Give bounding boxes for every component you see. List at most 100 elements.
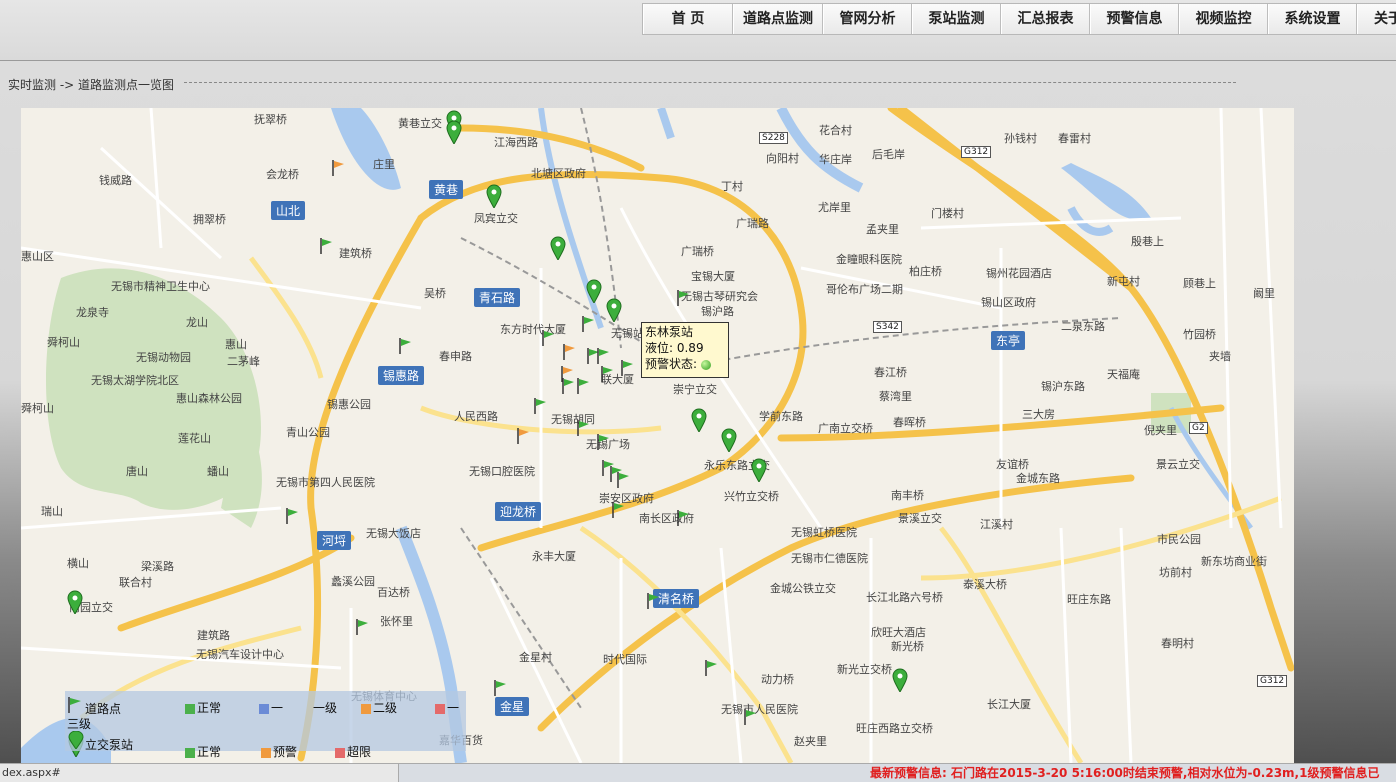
map-label: 凤宾立交 <box>474 212 518 225</box>
area-badge: 迎龙桥 <box>495 502 542 521</box>
map-label: 锡沪路 <box>701 305 734 318</box>
status-url: dex.aspx# <box>0 764 399 782</box>
map-label: 殷巷上 <box>1131 235 1164 248</box>
status-bar: dex.aspx# 最新预警信息: 石门路在2015-3-20 5:16:00时… <box>0 763 1396 782</box>
road-point-normal-flag-icon[interactable] <box>398 338 412 354</box>
nav-home[interactable]: 首 页 <box>643 4 733 34</box>
map-label: 建筑桥 <box>339 247 372 260</box>
interchange-pump-pin-icon[interactable] <box>67 590 83 614</box>
map-label: 长江大厦 <box>987 698 1031 711</box>
road-point-normal-flag-icon[interactable] <box>743 709 757 725</box>
map-label: 二茅峰 <box>227 355 260 368</box>
nav-summary-report[interactable]: 汇总报表 <box>1001 4 1090 34</box>
map-label: 舜柯山 <box>21 402 54 415</box>
road-point-normal-flag-icon[interactable] <box>600 366 614 382</box>
map-label: 梁溪路 <box>141 560 174 573</box>
map-label: 倪夹里 <box>1144 424 1177 437</box>
road-point-normal-flag-icon[interactable] <box>676 510 690 526</box>
road-point-normal-flag-icon[interactable] <box>541 330 555 346</box>
map-label: 春晖桥 <box>893 416 926 429</box>
nav-about[interactable]: 关于 <box>1357 4 1396 34</box>
road-point-level2-flag-icon[interactable] <box>516 428 530 444</box>
road-point-normal-flag-icon[interactable] <box>576 378 590 394</box>
map-label: 无锡古琴研究会 <box>681 290 758 303</box>
road-point-normal-flag-icon[interactable] <box>620 360 634 376</box>
map-label: 春江桥 <box>874 366 907 379</box>
road-point-normal-flag-icon[interactable] <box>355 619 369 635</box>
highway-shield: G312 <box>961 146 992 158</box>
map-label: 青山公园 <box>286 426 330 439</box>
map-label: 金城东路 <box>1016 472 1060 485</box>
nav-road-monitor[interactable]: 道路点监测 <box>733 4 823 34</box>
map-label: 新东坊商业街 <box>1201 555 1267 568</box>
interchange-pump-pin-icon[interactable] <box>446 120 462 144</box>
legend-level-dash: 一 <box>259 699 283 716</box>
map-label: 阚里 <box>1253 287 1275 300</box>
nav-system-settings[interactable]: 系统设置 <box>1268 4 1357 34</box>
map-label: 无锡汽车设计中心 <box>196 648 284 661</box>
map-label: 长江北路六号桥 <box>866 591 943 604</box>
road-point-normal-flag-icon[interactable] <box>596 434 610 450</box>
map-label: 三大房 <box>1022 408 1055 421</box>
map-label: 锡惠公园 <box>327 398 371 411</box>
top-bar: 首 页 道路点监测 管网分析 泵站监测 汇总报表 预警信息 视频监控 系统设置 … <box>0 0 1396 61</box>
map-label: 锡山区政府 <box>981 296 1036 309</box>
area-badge: 黄巷 <box>429 180 464 199</box>
interchange-pump-pin-icon[interactable] <box>586 279 602 303</box>
map-view[interactable]: 抚翠桥 黄巷立交 江海西路 花合村 孙钱村 春雷村 会龙桥 庄里 北塘区政府 丁村 向阳村 华庄岸 后毛… <box>21 108 1294 763</box>
legend-level3-wrap: 三级 <box>67 717 92 731</box>
road-point-normal-flag-icon[interactable] <box>285 508 299 524</box>
road-point-normal-flag-icon[interactable] <box>704 660 718 676</box>
road-point-normal-flag-icon[interactable] <box>676 290 690 306</box>
road-point-normal-flag-icon[interactable] <box>319 238 333 254</box>
map-label: 丁村 <box>721 180 743 193</box>
map-label: 崇安区政府 <box>599 492 654 505</box>
road-point-normal-flag-icon[interactable] <box>493 680 507 696</box>
map-label: 新屯村 <box>1107 275 1140 288</box>
map-label: 吴桥 <box>424 287 446 300</box>
map-label: 惠山区 <box>21 250 54 263</box>
road-point-normal-flag-icon[interactable] <box>596 348 610 364</box>
interchange-pump-pin-icon[interactable] <box>486 184 502 208</box>
nav-pump-monitor[interactable]: 泵站监测 <box>912 4 1001 34</box>
map-label: 花合村 <box>819 124 852 137</box>
interchange-pump-pin-icon[interactable] <box>606 298 622 322</box>
road-point-level2-flag-icon[interactable] <box>331 160 345 176</box>
nav-pipe-analysis[interactable]: 管网分析 <box>823 4 912 34</box>
road-point-level2-flag-icon[interactable] <box>562 344 576 360</box>
nav-video-monitor[interactable]: 视频监控 <box>1179 4 1268 34</box>
nav-warning-info[interactable]: 预警信息 <box>1090 4 1179 34</box>
road-point-normal-flag-icon[interactable] <box>533 398 547 414</box>
map-label: 金星村 <box>519 651 552 664</box>
map-label: 江海西路 <box>494 136 538 149</box>
map-label: 春申路 <box>439 350 472 363</box>
road-point-normal-flag-icon[interactable] <box>616 472 630 488</box>
breadcrumb-divider <box>184 82 1236 83</box>
map-label: 龙山 <box>186 316 208 329</box>
map-label: 学前东路 <box>759 410 803 423</box>
interchange-pump-pin-icon[interactable] <box>721 428 737 452</box>
map-label: 春雷村 <box>1058 132 1091 145</box>
map-label: 人民西路 <box>454 410 498 423</box>
road-point-normal-flag-icon[interactable] <box>576 420 590 436</box>
map-label: 无锡动物园 <box>136 351 191 364</box>
map-label: 赵夹里 <box>794 735 827 748</box>
map-label: 会龙桥 <box>266 168 299 181</box>
interchange-pump-pin-icon[interactable] <box>892 668 908 692</box>
interchange-pump-pin-icon[interactable] <box>751 458 767 482</box>
road-point-normal-flag-icon[interactable] <box>581 316 595 332</box>
map-label: 舜柯山 <box>47 336 80 349</box>
road-point-level2-flag-icon[interactable] <box>560 366 574 382</box>
map-label: 广瑞桥 <box>681 245 714 258</box>
highway-shield: S342 <box>873 321 902 333</box>
map-label: 百达桥 <box>377 586 410 599</box>
road-point-normal-flag-icon[interactable] <box>646 593 660 609</box>
map-label: 惠山 <box>225 338 247 351</box>
interchange-pump-pin-icon[interactable] <box>550 236 566 260</box>
area-badge: 金星 <box>495 697 530 716</box>
interchange-pump-pin-icon[interactable] <box>691 408 707 432</box>
area-badge: 东亭 <box>991 331 1026 350</box>
map-label: 旺庄西路立交桥 <box>856 722 933 735</box>
map-label: 龙泉寺 <box>76 306 109 319</box>
road-point-normal-flag-icon[interactable] <box>611 502 625 518</box>
